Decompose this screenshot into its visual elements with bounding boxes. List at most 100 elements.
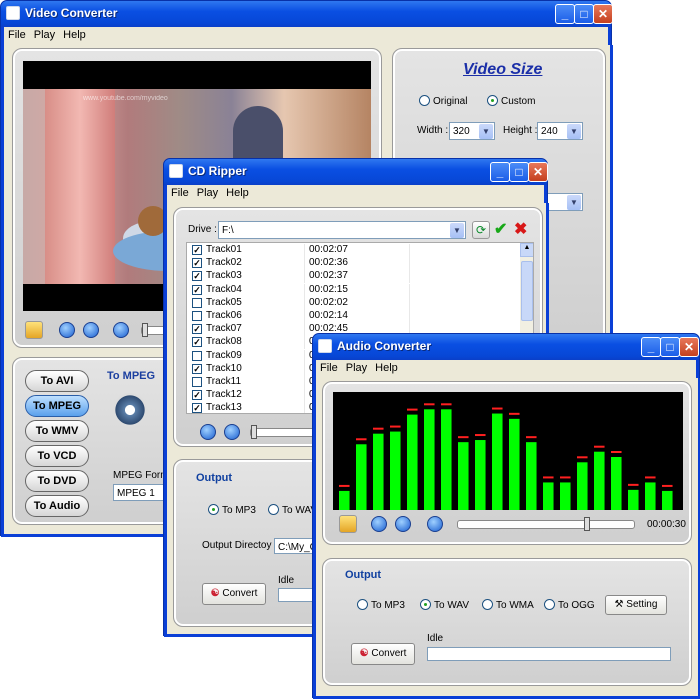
track-row[interactable]: ✓ Track01 00:02:07 [187, 244, 530, 257]
play-icon[interactable] [59, 322, 75, 338]
volume-icon[interactable] [427, 516, 443, 532]
cd-radio-wav[interactable]: To WAV [268, 504, 317, 516]
convert-icon: ☯ [359, 648, 372, 659]
track-checkbox[interactable]: ✓ [192, 337, 202, 348]
track-row[interactable]: ✓ Track03 00:02:37 [187, 270, 530, 284]
track-checkbox[interactable]: ✓ [192, 390, 202, 401]
spectrum-peak [407, 408, 418, 411]
stop-icon[interactable] [395, 516, 411, 532]
cd-radio-wav-dot[interactable] [268, 504, 279, 515]
track-row[interactable]: Track06 00:02:14 [187, 310, 530, 323]
close-button[interactable]: ✕ [528, 162, 548, 182]
menu-play[interactable]: Play [342, 360, 371, 374]
track-checkbox[interactable]: ✓ [192, 284, 202, 295]
menu-help[interactable]: Help [222, 185, 253, 199]
audio-radio-ogg-dot[interactable] [544, 599, 555, 610]
audio-seek-knob[interactable] [584, 517, 590, 531]
menu-help[interactable]: Help [371, 360, 402, 374]
scroll-up-button[interactable]: ▲ [520, 243, 533, 257]
track-checkbox[interactable] [192, 377, 202, 387]
minimize-button[interactable]: _ [641, 337, 661, 357]
menu-file[interactable]: File [167, 185, 193, 199]
play-icon[interactable] [371, 516, 387, 532]
track-row[interactable]: ✓ Track04 00:02:15 [187, 283, 530, 297]
audio-radio-wav[interactable]: To WAV [420, 599, 469, 611]
to-vcd-button[interactable]: To VCD [25, 445, 89, 467]
radio-original-dot[interactable] [419, 95, 430, 106]
spectrum-peak [611, 451, 622, 453]
audio-title-bar[interactable]: Audio Converter _ □ ✕ [313, 334, 699, 360]
track-checkbox[interactable] [192, 311, 202, 321]
audio-seek-slider[interactable] [457, 517, 635, 531]
close-button[interactable]: ✕ [593, 4, 613, 24]
track-row[interactable]: ✓ Track02 00:02:36 [187, 257, 530, 271]
video-seek-knob[interactable] [142, 323, 148, 337]
minimize-button[interactable]: _ [490, 162, 510, 182]
to-dvd-button[interactable]: To DVD [25, 470, 89, 492]
audio-convert-button[interactable]: ☯ Convert [351, 643, 415, 665]
cd-title-bar[interactable]: CD Ripper _ □ ✕ [164, 159, 548, 185]
menu-play[interactable]: Play [193, 185, 222, 199]
track-checkbox[interactable]: ✓ [192, 363, 202, 374]
to-avi-button[interactable]: To AVI [25, 370, 89, 392]
track-checkbox[interactable]: ✓ [192, 324, 202, 335]
audio-radio-wav-label: To WAV [434, 600, 470, 611]
audio-radio-wma[interactable]: To WMA [482, 599, 534, 611]
chevron-down-icon[interactable]: ▼ [567, 195, 581, 210]
to-audio-button[interactable]: To Audio [25, 495, 89, 517]
audio-output-heading: Output [345, 569, 382, 581]
chevron-down-icon[interactable]: ▼ [567, 124, 581, 139]
video-title-bar[interactable]: Video Converter _ □ ✕ [1, 1, 613, 27]
menu-help[interactable]: Help [59, 27, 90, 41]
track-checkbox[interactable] [192, 297, 202, 308]
to-wmv-button[interactable]: To WMV [25, 420, 89, 442]
cd-radio-mp3[interactable]: To MP3 [208, 504, 256, 516]
audio-radio-mp3-dot[interactable] [357, 599, 368, 610]
check-icon[interactable]: ✔ [494, 219, 507, 239]
close-button[interactable]: ✕ [679, 337, 699, 357]
menu-file[interactable]: File [316, 360, 342, 374]
audio-radio-ogg[interactable]: To OGG [544, 599, 595, 611]
scroll-thumb[interactable] [521, 261, 533, 321]
radio-custom-dot[interactable] [487, 95, 498, 106]
cross-icon[interactable]: ✖ [514, 219, 527, 239]
height-select[interactable]: 240 ▼ [537, 122, 583, 140]
audio-radio-wav-dot[interactable] [420, 599, 431, 610]
cd-radio-mp3-dot[interactable] [208, 504, 219, 515]
cd-seek-knob[interactable] [251, 425, 257, 439]
cd-convert-button[interactable]: ☯ Convert [202, 583, 266, 605]
menu-play[interactable]: Play [30, 27, 59, 41]
menu-file[interactable]: File [4, 27, 30, 41]
stop-icon[interactable] [83, 322, 99, 338]
spectrum-display [333, 392, 683, 510]
width-select[interactable]: 320 ▼ [449, 122, 495, 140]
track-checkbox[interactable]: ✓ [192, 271, 202, 282]
drive-select[interactable]: F:\ ▼ [218, 221, 466, 239]
stop-icon[interactable] [224, 424, 240, 440]
audio-radio-wma-dot[interactable] [482, 599, 493, 610]
refresh-icon[interactable]: ⟳ [472, 221, 490, 239]
folder-icon[interactable] [25, 321, 43, 339]
radio-custom-label: Custom [501, 96, 536, 107]
play-icon[interactable] [200, 424, 216, 440]
track-checkbox[interactable]: ✓ [192, 258, 202, 269]
setting-button[interactable]: ⚒ Setting [605, 595, 667, 615]
chevron-down-icon[interactable]: ▼ [479, 124, 493, 139]
audio-radio-mp3[interactable]: To MP3 [357, 599, 405, 611]
track-checkbox[interactable] [192, 350, 202, 361]
radio-custom[interactable]: Custom [487, 95, 535, 107]
radio-original[interactable]: Original [419, 95, 467, 107]
chevron-down-icon[interactable]: ▼ [450, 223, 464, 238]
track-row[interactable]: Track05 00:02:02 [187, 296, 530, 310]
video-caption: www.youtube.com/myvideo [83, 95, 168, 102]
cd-seek-slider[interactable] [250, 425, 320, 439]
maximize-button[interactable]: □ [509, 162, 529, 182]
minimize-button[interactable]: _ [555, 4, 575, 24]
track-checkbox[interactable]: ✓ [192, 403, 202, 413]
volume-icon[interactable] [113, 322, 129, 338]
maximize-button[interactable]: □ [660, 337, 680, 357]
folder-icon[interactable] [339, 515, 357, 533]
maximize-button[interactable]: □ [574, 4, 594, 24]
track-checkbox[interactable]: ✓ [192, 245, 202, 255]
to-mpeg-button[interactable]: To MPEG [25, 395, 89, 417]
